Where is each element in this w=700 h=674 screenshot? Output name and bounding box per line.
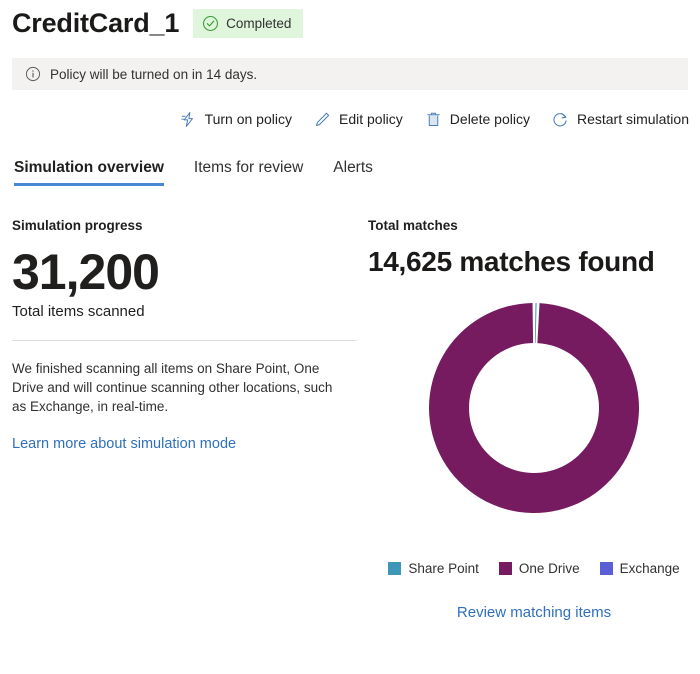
legend-label-one-drive: One Drive [518,561,580,576]
delete-policy-button[interactable]: Delete policy [414,102,541,136]
restart-simulation-label: Restart simulation [576,111,689,127]
status-badge-label: Completed [226,15,292,31]
tab-items-for-review[interactable]: Items for review [194,159,303,186]
restart-simulation-button[interactable]: Restart simulation [541,102,700,136]
matches-found-headline: 14,625 matches found [368,246,655,277]
tab-simulation-overview-label: Simulation overview [14,159,164,176]
simulation-progress-label: Simulation progress [12,218,143,233]
legend-label-share-point: Share Point [408,561,479,576]
turn-on-policy-button[interactable]: Turn on policy [169,102,303,136]
info-message-bar: Policy will be turned on in 14 days. [12,58,688,90]
tab-alerts-label: Alerts [333,159,373,176]
simulation-description: We finished scanning all items on Share … [12,361,333,414]
chart-legend: Share Point One Drive Exchange [368,561,700,576]
simulation-overview-page: CreditCard_1 Completed Policy will be tu… [0,0,700,674]
total-matches-label: Total matches [368,218,458,233]
total-matches-panel: Total matches 14,625 matches found Share… [368,218,700,621]
legend-item-exchange[interactable]: Exchange [599,561,680,576]
simulation-progress-panel: Simulation progress 31,200 Total items s… [12,218,357,453]
panel-divider [12,340,357,341]
turn-on-policy-label: Turn on policy [204,111,292,127]
matches-donut-chart [368,293,700,555]
legend-item-share-point[interactable]: Share Point [388,561,479,576]
delete-policy-label: Delete policy [449,111,530,127]
trash-icon [425,111,442,128]
legend-swatch-exchange [599,562,613,575]
legend-item-one-drive[interactable]: One Drive [498,561,580,576]
check-circle-icon [202,15,219,32]
legend-label-exchange: Exchange [619,561,680,576]
page-title: CreditCard_1 [12,8,180,38]
tab-list: Simulation overview Items for review Ale… [14,150,373,186]
total-items-scanned-value: 31,200 [12,244,160,300]
edit-policy-button[interactable]: Edit policy [303,102,414,136]
tab-items-for-review-label: Items for review [193,159,304,176]
learn-more-simulation-mode-link[interactable]: Learn more about simulation mode [12,436,236,452]
legend-swatch-share-point [388,562,402,575]
review-matching-items-link[interactable]: Review matching items [368,604,700,621]
lightning-bolt-icon [180,111,197,128]
donut-chart-svg [429,303,639,513]
legend-swatch-one-drive [498,562,512,575]
pencil-icon [314,111,331,128]
tab-simulation-overview[interactable]: Simulation overview [14,159,164,186]
info-message-text: Policy will be turned on in 14 days. [50,66,258,82]
edit-policy-label: Edit policy [338,111,403,127]
refresh-icon [552,111,569,128]
donut-slice-share-point[interactable] [534,303,537,344]
total-items-scanned-caption: Total items scanned [12,303,145,320]
donut-slice-one-drive[interactable] [429,303,639,513]
command-bar: Turn on policy Edit policy Delete policy [0,101,700,137]
page-header: CreditCard_1 Completed [12,4,304,42]
info-circle-icon [25,66,41,82]
status-badge: Completed [193,8,304,38]
tab-alerts[interactable]: Alerts [333,159,373,186]
